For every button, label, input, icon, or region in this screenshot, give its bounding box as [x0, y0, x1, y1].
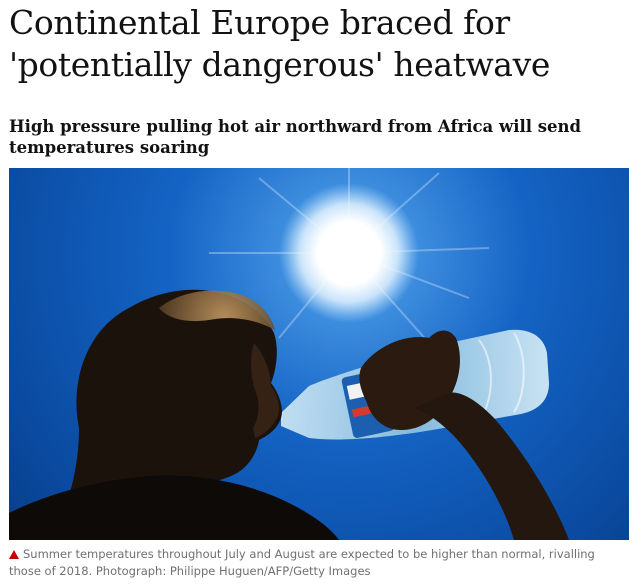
image-caption-text: Summer temperatures throughout July and …: [9, 547, 595, 578]
article-standfirst: High pressure pulling hot air northward …: [9, 117, 582, 157]
article-headline: Continental Europe braced for 'potential…: [9, 3, 550, 84]
photo-illustration: [9, 168, 629, 540]
red-triangle-icon: [9, 550, 19, 559]
image-caption: Summer temperatures throughout July and …: [9, 546, 629, 580]
article-main-image[interactable]: [9, 168, 629, 540]
